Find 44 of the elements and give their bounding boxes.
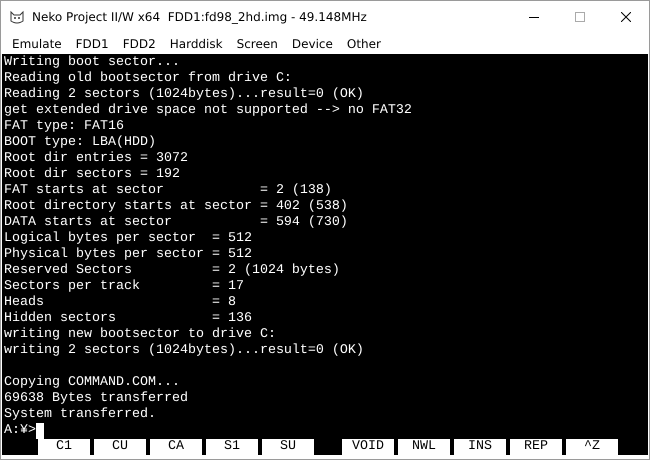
terminal-line: Reading old bootsector from drive C: <box>4 71 292 86</box>
function-key-label: VOID <box>342 439 394 455</box>
terminal-line: Heads = 8 <box>4 295 236 310</box>
terminal-line: 69638 Bytes transferred <box>4 391 188 406</box>
menu-item[interactable]: FDD1 <box>68 36 116 50</box>
function-key-label: ^Z <box>566 439 618 455</box>
terminal-line: Root directory starts at sector = 402 (538) <box>4 199 348 214</box>
terminal-line: Writing boot sector... <box>4 55 180 70</box>
menu-item[interactable]: Device <box>284 36 340 50</box>
terminal-line: writing 2 sectors (1024bytes)...result=0 (OK) <box>4 343 364 358</box>
menu-item[interactable]: Screen <box>230 36 285 50</box>
terminal-line: Root dir sectors = 192 <box>4 167 180 182</box>
window-title: Neko Project II/W x64 FDD1:fd98_2hd.img - 49.148MHz <box>32 10 368 24</box>
terminal-line: Physical bytes per sector = 512 <box>4 247 252 262</box>
terminal-line: Hidden sectors = 136 <box>4 311 252 326</box>
menu-item[interactable]: Emulate <box>5 36 69 50</box>
terminal-line: BOOT type: LBA(HDD) <box>4 135 156 150</box>
terminal-line: Reserved Sectors = 2 (1024 bytes) <box>4 263 340 278</box>
terminal-line: Logical bytes per sector = 512 <box>4 231 252 246</box>
terminal-line: Copying COMMAND.COM... <box>4 375 180 390</box>
terminal-line: FAT type: FAT16 <box>4 119 124 134</box>
cat-icon <box>9 9 25 25</box>
function-key-label: REP <box>510 439 562 455</box>
menu-item[interactable]: FDD2 <box>116 36 163 50</box>
function-key-label: S1 <box>206 439 258 455</box>
text-cursor <box>36 423 44 439</box>
terminal-line: System transferred. <box>4 407 156 422</box>
terminal-line: get extended drive space not supported --> no FAT32 <box>4 103 412 118</box>
function-key-label: CU <box>94 439 146 455</box>
menu-item[interactable]: Harddisk <box>162 36 230 50</box>
close-icon[interactable] <box>621 12 631 22</box>
command-prompt: A:¥> <box>4 423 36 439</box>
function-key-label: NWL <box>398 439 450 455</box>
terminal-line: FAT starts at sector = 2 (138) <box>4 183 332 198</box>
function-key-label: CA <box>150 439 202 455</box>
terminal-line: DATA starts at sector = 594 (730) <box>4 215 348 230</box>
menu-item[interactable]: Other <box>340 36 388 50</box>
terminal-line: Root dir entries = 3072 <box>4 151 188 166</box>
terminal-line: Reading 2 sectors (1024bytes)...result=0 (OK) <box>4 87 364 102</box>
terminal-line: writing new bootsector to drive C: <box>4 327 276 342</box>
function-key-label: SU <box>262 439 314 455</box>
function-key-label: C1 <box>38 439 90 455</box>
terminal-line: Sectors per track = 17 <box>4 279 244 294</box>
function-key-label: INS <box>454 439 506 455</box>
